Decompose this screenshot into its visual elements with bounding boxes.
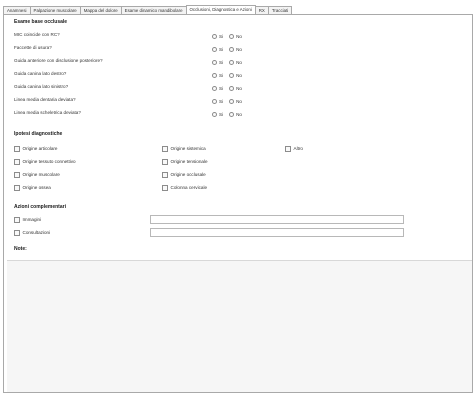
immagini-input[interactable] [150, 215, 404, 224]
radio-no-label: No [236, 86, 242, 91]
radio-no[interactable] [229, 86, 235, 91]
question-label: Guida canina lato sinistro? [14, 84, 69, 89]
radio-no[interactable] [229, 47, 235, 52]
form-window: Anamnesi Palpazione muscolare Mappa del … [3, 5, 473, 393]
radio-yes-label: Si [219, 60, 224, 65]
tab-palpazione-muscolare[interactable]: Palpazione muscolare [29, 6, 81, 14]
yes-no-group: Si No [212, 73, 248, 78]
radio-no-label: No [236, 47, 242, 52]
radio-yes[interactable] [212, 60, 217, 65]
checkbox-label: Altro [293, 146, 303, 152]
checkbox-immagini[interactable]: Immagini [14, 217, 41, 223]
radio-yes-label: Si [219, 34, 224, 39]
yes-no-group: Si No [212, 34, 248, 39]
section-title-ipotesi: Ipotesi diagnostiche [14, 131, 63, 137]
tab-tracciati[interactable]: Tracciati [267, 6, 293, 14]
radio-yes[interactable] [212, 112, 217, 117]
checkbox-box[interactable] [14, 159, 20, 165]
tab-anamnesi[interactable]: Anamnesi [3, 6, 31, 14]
checkbox-altro[interactable]: Altro [285, 146, 303, 152]
question-label: Linea media dentaria deviata? [14, 97, 76, 102]
radio-yes[interactable] [212, 73, 217, 78]
checkbox-box[interactable] [14, 185, 20, 191]
checkbox-origine-tessuto-connettivo[interactable]: Origine tessuto connettivo [14, 159, 76, 165]
radio-yes-label: Si [219, 112, 224, 117]
question-label: Guida canina lato destro? [14, 71, 67, 76]
question-label: Guida anteriore con disclusione posterio… [14, 58, 103, 63]
yes-no-group: Si No [212, 86, 248, 91]
consultazioni-input[interactable] [150, 228, 404, 237]
radio-yes-label: Si [219, 47, 224, 52]
radio-yes[interactable] [212, 99, 217, 104]
checkbox-box[interactable] [285, 146, 291, 152]
radio-yes-label: Si [219, 86, 224, 91]
checkbox-origine-tensionale[interactable]: Origine tensionale [162, 159, 208, 165]
tab-panel: Esame base occlusale MIC coincide con RC… [3, 14, 473, 393]
checkbox-origine-ossea[interactable]: Origine ossea [14, 185, 51, 191]
tab-mappa-del-dolore[interactable]: Mappa del dolore [79, 6, 122, 14]
radio-no[interactable] [229, 60, 235, 65]
checkbox-origine-sistemica[interactable]: Origine sistemica [162, 146, 206, 152]
checkbox-label: Origine muscolare [22, 172, 60, 178]
checkbox-label: Colonna cervicale [170, 185, 208, 191]
yes-no-group: Si No [212, 47, 248, 52]
checkbox-label: Origine sistemica [170, 146, 206, 152]
tab-bar: Anamnesi Palpazione muscolare Mappa del … [3, 5, 293, 14]
checkbox-origine-articolare[interactable]: Origine articolare [14, 146, 57, 152]
checkbox-box[interactable] [162, 185, 168, 191]
radio-yes[interactable] [212, 34, 217, 39]
checkbox-origine-muscolare[interactable]: Origine muscolare [14, 172, 60, 178]
checkbox-box[interactable] [14, 217, 20, 223]
radio-no[interactable] [229, 73, 235, 78]
checkbox-origine-occlusale[interactable]: Origine occlusale [162, 172, 206, 178]
question-label: Linea media scheletrica deviata? [14, 110, 81, 115]
radio-no-label: No [236, 60, 242, 65]
radio-no[interactable] [229, 112, 235, 117]
checkbox-label: Origine occlusale [170, 172, 206, 178]
radio-yes[interactable] [212, 86, 217, 91]
checkbox-box[interactable] [162, 146, 168, 152]
radio-yes-label: Si [219, 73, 224, 78]
section-title-esame: Esame base occlusale [14, 19, 68, 25]
yes-no-group: Si No [212, 99, 248, 104]
checkbox-label: Immagini [22, 217, 42, 223]
checkbox-colonna-cervicale[interactable]: Colonna cervicale [162, 185, 207, 191]
radio-yes[interactable] [212, 47, 217, 52]
checkbox-box[interactable] [14, 146, 20, 152]
tab-occlusioni-diagnostica-azioni[interactable]: Occlusioni, Diagnostica e Azioni [185, 5, 256, 14]
radio-yes-label: Si [219, 99, 224, 104]
tab-esame-dinamico-mandibolare[interactable]: Esame dinamico mandibolare [120, 6, 187, 14]
radio-no[interactable] [229, 99, 235, 104]
checkbox-box[interactable] [14, 230, 20, 236]
checkbox-box[interactable] [162, 172, 168, 178]
checkbox-label: Origine tessuto connettivo [22, 159, 76, 165]
radio-no-label: No [236, 99, 242, 104]
radio-no-label: No [236, 34, 242, 39]
checkbox-box[interactable] [14, 172, 20, 178]
checkbox-box[interactable] [162, 159, 168, 165]
notes-textarea[interactable] [7, 260, 472, 392]
section-title-note: Note: [14, 246, 27, 252]
checkbox-label: Origine articolare [22, 146, 58, 152]
radio-no-label: No [236, 112, 242, 117]
question-label: MIC coincide con RC? [14, 32, 60, 37]
question-label: Faccette di usura? [14, 45, 52, 50]
radio-no[interactable] [229, 34, 235, 39]
tab-rx[interactable]: RX [254, 6, 269, 14]
yes-no-group: Si No [212, 112, 248, 117]
checkbox-label: Origine ossea [22, 185, 51, 191]
checkbox-consultazioni[interactable]: Consultazioni [14, 230, 50, 236]
checkbox-label: Origine tensionale [170, 159, 208, 165]
radio-no-label: No [236, 73, 242, 78]
yes-no-group: Si No [212, 60, 248, 65]
checkbox-label: Consultazioni [22, 230, 51, 236]
section-title-azioni: Azioni complementari [14, 204, 66, 210]
